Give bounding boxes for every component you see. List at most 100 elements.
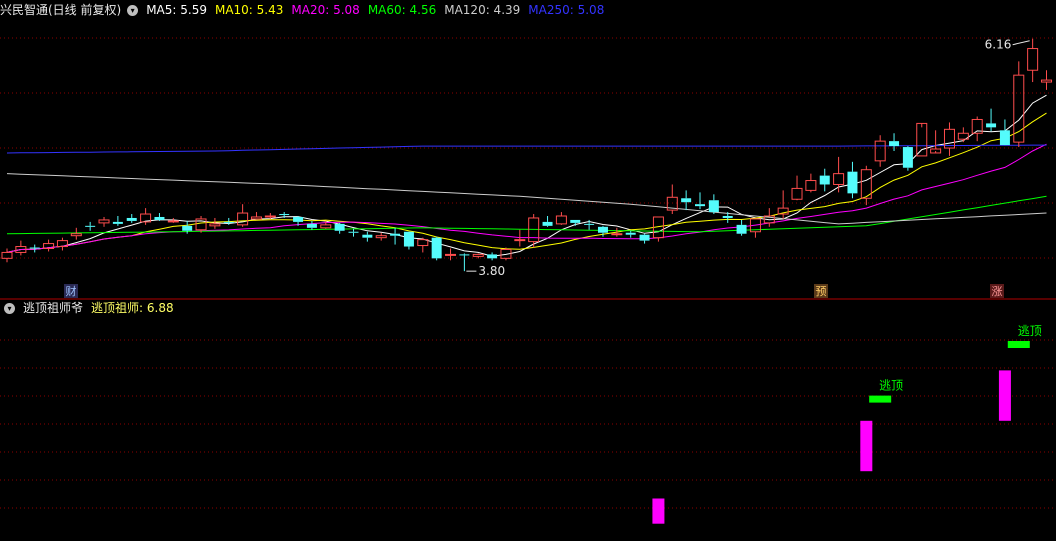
candle-body: [182, 225, 193, 231]
candle: [334, 222, 345, 234]
main-grid: [0, 37, 1056, 259]
candle-body: [639, 234, 650, 241]
candle-body: [403, 231, 414, 247]
candle-body: [445, 253, 457, 256]
candle-body: [154, 216, 165, 220]
candle: [348, 228, 359, 237]
candle-body: [390, 233, 401, 236]
candle: [250, 212, 262, 220]
candle-body: [833, 173, 845, 185]
candle-body: [791, 187, 803, 200]
candle: [112, 215, 123, 226]
candle-body: [681, 198, 692, 203]
candle: [584, 219, 595, 230]
candle: [666, 184, 678, 215]
candle-body: [264, 215, 276, 218]
candle: [777, 190, 789, 219]
main-header: 兴民智通(日线 前复权) ▾ MA5: 5.59 MA10: 5.43 MA20: …: [0, 0, 612, 20]
candle-body: [126, 217, 137, 221]
candle-body: [722, 215, 733, 218]
candle: [1027, 38, 1039, 83]
candle-body: [902, 147, 913, 168]
signal-label: 逃顶: [1018, 324, 1042, 338]
indicator-header: ▾ 逃顶祖师爷 逃顶祖师: 6.88: [0, 298, 182, 318]
candle-body: [209, 223, 221, 227]
candle-body: [847, 171, 858, 194]
candle-body: [916, 122, 928, 157]
signal-label: 逃顶: [879, 379, 903, 393]
ma-lines: [6, 94, 1047, 257]
event-markers: 财 预 涨: [64, 284, 1004, 298]
indicator-value: 逃顶祖师: 6.88: [91, 301, 174, 315]
candle-body: [472, 253, 484, 257]
candle-body: [348, 231, 359, 233]
stock-title[interactable]: 兴民智通(日线 前复权): [0, 0, 121, 20]
candle: [555, 212, 567, 225]
candle: [487, 252, 498, 261]
candle-body: [555, 215, 567, 225]
candle: [847, 161, 858, 199]
candle-body: [459, 254, 470, 256]
chevron-down-icon[interactable]: ▾: [4, 302, 15, 314]
candle-body: [584, 223, 595, 225]
candle: [805, 173, 817, 193]
indicator-name[interactable]: 逃顶祖师爷: [23, 298, 83, 318]
candle: [445, 248, 457, 261]
indicator-bar: [860, 420, 873, 472]
candle: [1, 248, 13, 263]
candle: [459, 253, 470, 272]
ma-line-ma20: [6, 143, 1047, 253]
marker-yu[interactable]: 预: [816, 285, 827, 298]
signal-bar: [1007, 341, 1030, 348]
candle-body: [70, 233, 82, 237]
candle-body: [320, 224, 332, 229]
candle: [819, 168, 830, 192]
candle: [860, 165, 872, 206]
candle-body: [334, 223, 345, 231]
candle-body: [362, 234, 373, 238]
candle-body: [250, 216, 262, 220]
candle: [625, 230, 636, 238]
marker-zhang[interactable]: 涨: [992, 285, 1003, 298]
candle-body: [874, 140, 886, 162]
candle: [237, 204, 249, 227]
chevron-down-icon[interactable]: ▾: [127, 4, 139, 16]
candle: [749, 218, 761, 238]
candle: [708, 194, 719, 215]
candle: [15, 240, 27, 256]
candle-body: [112, 221, 123, 224]
indicator-series: 逃顶逃顶: [652, 324, 1042, 524]
candle-body: [736, 224, 747, 234]
candle: [570, 219, 581, 226]
candle: [126, 214, 137, 223]
candle: [306, 220, 317, 230]
candle: [417, 237, 429, 253]
candle: [209, 217, 221, 229]
candle-body: [1, 251, 13, 259]
candle: [916, 122, 928, 157]
indicator-grid: [0, 339, 1056, 509]
candle-body: [29, 247, 40, 249]
candle: [472, 253, 484, 259]
candle: [1041, 70, 1052, 90]
candle: [362, 231, 373, 242]
candle: [639, 233, 650, 244]
low-price-label: 3.80: [478, 264, 505, 278]
marker-cai[interactable]: 财: [66, 284, 77, 298]
candle: [514, 229, 526, 247]
high-price-arrow: [1012, 40, 1030, 46]
candle: [943, 122, 955, 156]
indicator-bar: [998, 370, 1011, 421]
candle-body: [805, 180, 817, 191]
candle-body: [375, 235, 387, 239]
candle-body: [279, 214, 290, 216]
candle: [43, 239, 55, 252]
high-price-label: 6.16: [985, 38, 1012, 52]
ma-legend: MA5: 5.59 MA10: 5.43 MA20: 5.08 MA60: 4.56 M…: [146, 0, 612, 20]
candle-body: [431, 237, 442, 259]
candle: [652, 216, 664, 242]
candle-body: [487, 254, 498, 259]
candle-body: [570, 219, 581, 223]
candle-body: [625, 232, 636, 235]
candlestick-series: [1, 38, 1052, 272]
